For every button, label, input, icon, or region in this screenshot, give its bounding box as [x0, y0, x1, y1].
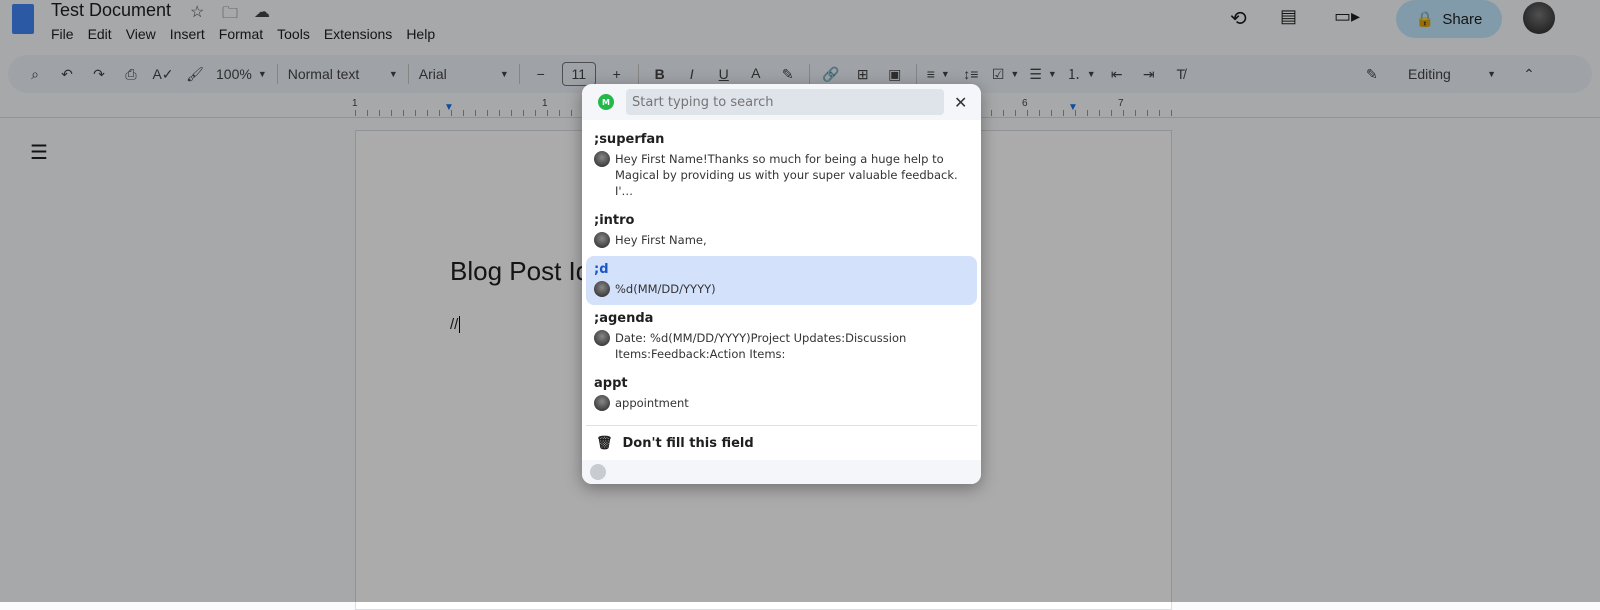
author-avatar — [594, 395, 610, 411]
snippet-preview: %d(MM/DD/YYYY) — [615, 282, 716, 296]
author-avatar — [594, 232, 610, 248]
trash-icon: 🗑 — [596, 436, 613, 451]
snippet-key: appt — [594, 376, 628, 391]
dont-fill-button[interactable]: 🗑 Don't fill this field — [582, 426, 981, 461]
snippet-item-d[interactable]: ;d %d(MM/DD/YYYY) — [586, 256, 977, 305]
author-avatar — [594, 281, 610, 297]
snippet-popup: M ✕ ;superfan Hey First Name!Thanks so mu… — [582, 84, 981, 484]
close-icon[interactable]: ✕ — [954, 93, 967, 112]
popup-footer — [582, 460, 981, 484]
snippet-key: ;superfan — [594, 132, 665, 147]
snippet-preview: Date: %d(MM/DD/YYYY)Project Updates:Disc… — [615, 331, 907, 361]
snippet-key: ;intro — [594, 213, 635, 228]
snippet-item-appt[interactable]: appt appointment — [586, 370, 977, 419]
author-avatar — [594, 151, 610, 167]
snippet-preview: appointment — [615, 396, 689, 410]
snippet-key: ;agenda — [594, 311, 654, 326]
magical-footer-logo-icon — [590, 464, 606, 480]
snippet-item-intro[interactable]: ;intro Hey First Name, — [586, 207, 977, 256]
snippet-item-superfan[interactable]: ;superfan Hey First Name!Thanks so much f… — [586, 126, 977, 207]
snippet-key: ;d — [594, 262, 609, 277]
author-avatar — [594, 330, 610, 346]
dont-fill-label: Don't fill this field — [622, 436, 754, 451]
magical-logo-icon: M — [598, 94, 614, 110]
snippet-preview: Hey First Name!Thanks so much for being … — [615, 152, 958, 198]
snippet-preview: Hey First Name, — [615, 233, 707, 247]
search-input[interactable] — [626, 89, 944, 115]
snippet-item-agenda[interactable]: ;agenda Date: %d(MM/DD/YYYY)Project Updat… — [586, 305, 977, 370]
